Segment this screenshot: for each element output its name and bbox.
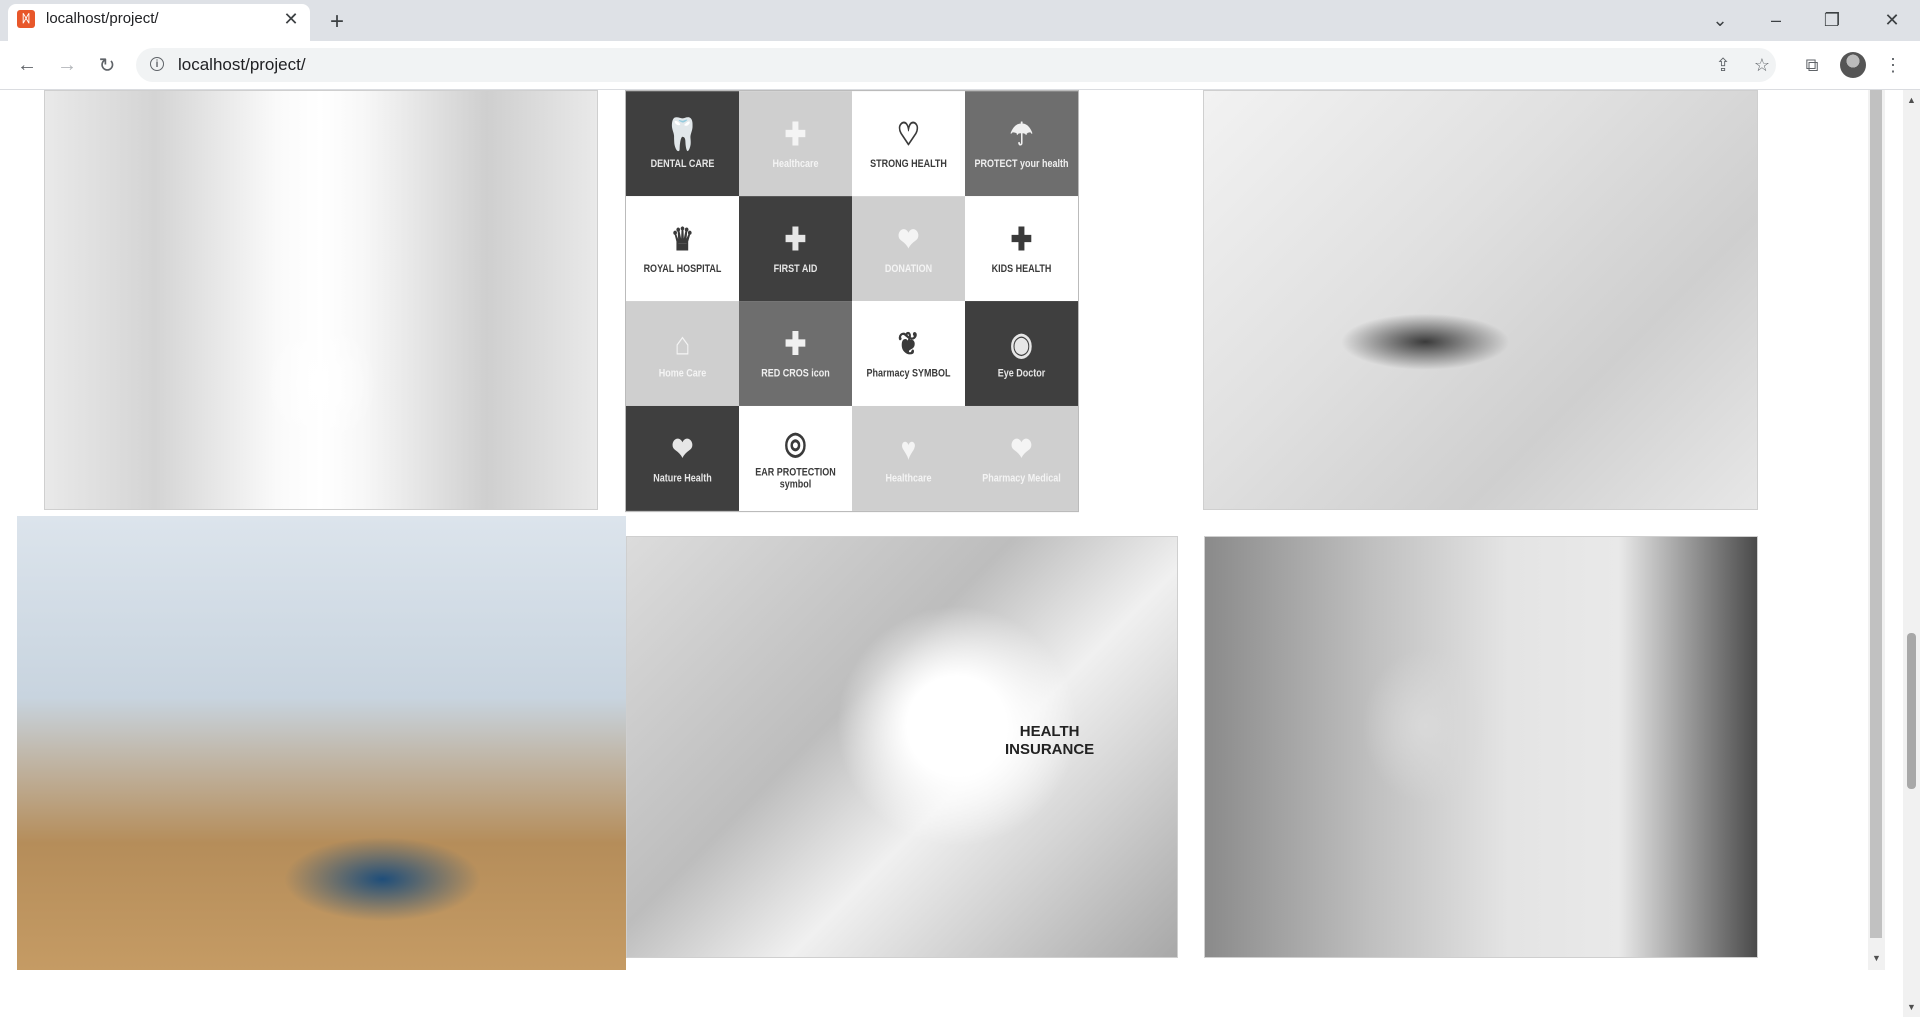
- tile-glyph-icon: ⌂: [674, 325, 691, 363]
- tile-label: FIRST AID: [773, 262, 818, 275]
- close-icon[interactable]: ✕: [280, 8, 302, 30]
- tile-glyph-icon: ✚: [784, 220, 807, 258]
- tile-label: EAR PROTECTION symbol: [755, 465, 836, 491]
- doctor-baby-photo: [1204, 536, 1758, 958]
- icon-tile: ✚ RED CROS icon: [739, 301, 852, 406]
- icon-tile: ☂ PROTECT your health: [965, 91, 1078, 197]
- tile-label: STRONG HEALTH: [870, 157, 947, 170]
- browser-toolbar: ← → ↻ i localhost/project/ ⇪ ☆ ⧉ ⋮: [0, 41, 1920, 90]
- tile-label: Healthcare: [885, 471, 932, 485]
- plus-icon[interactable]: +: [324, 8, 350, 35]
- icon-tile: ✚ Healthcare: [739, 91, 852, 197]
- tile-glyph-icon: ✚: [784, 325, 807, 363]
- address-bar[interactable]: i localhost/project/: [136, 48, 1776, 82]
- inner-scroll-down-arrow[interactable]: ▼: [1868, 950, 1885, 966]
- tile-glyph-icon: ◎: [784, 424, 807, 461]
- restore-icon[interactable]: ❐: [1804, 0, 1860, 41]
- tile-glyph-icon: ♛: [670, 220, 695, 258]
- icon-tile: ❤ Pharmacy Medical: [965, 405, 1078, 511]
- page-viewport: 🦷 DENTAL CARE ✚ Healthcare ♡ STRONG HEALTH ☂ PR…: [0, 90, 1920, 1017]
- icon-tile: ❤ DONATION: [852, 196, 965, 302]
- tile-label: Home Care: [658, 366, 707, 380]
- health-insurance-photo: HEALTH INSURANCE: [626, 536, 1178, 958]
- tile-label: ROYAL HOSPITAL: [643, 262, 722, 275]
- tile-glyph-icon: ☂: [1009, 115, 1034, 153]
- forward-arrow-icon[interactable]: →: [52, 50, 82, 80]
- icon-tile: 🦷 DENTAL CARE: [626, 91, 739, 197]
- icon-tile: ❤ Nature Health: [626, 405, 739, 511]
- tile-label: Pharmacy SYMBOL: [866, 366, 951, 380]
- stethoscope-photo: [1203, 90, 1758, 510]
- inner-scrollbar-thumb[interactable]: [1870, 90, 1882, 938]
- icon-tile: ♛ ROYAL HOSPITAL: [626, 196, 739, 302]
- icon-tile: ✚ KIDS HEALTH: [965, 196, 1078, 302]
- icon-tile: ⌂ Home Care: [626, 301, 739, 406]
- icon-tile: ♡ STRONG HEALTH: [852, 91, 965, 197]
- chevron-down-icon[interactable]: ⌄: [1692, 0, 1748, 41]
- tile-glyph-icon: ❤: [897, 220, 920, 258]
- tab-title: localhost/project/: [46, 10, 159, 27]
- tile-label: KIDS HEALTH: [991, 262, 1052, 275]
- avatar[interactable]: [1840, 52, 1866, 78]
- reload-icon[interactable]: ↻: [92, 50, 122, 80]
- minimize-icon[interactable]: –: [1748, 0, 1804, 41]
- url-text[interactable]: localhost/project/: [178, 55, 306, 75]
- tile-glyph-icon: ◉: [1010, 325, 1033, 363]
- page-scrollbar-thumb[interactable]: [1907, 633, 1916, 789]
- page-scrollbar[interactable]: [1903, 90, 1920, 1017]
- share-icon[interactable]: ⇪: [1710, 52, 1736, 78]
- health-insurance-text: HEALTH INSURANCE: [1005, 723, 1095, 758]
- icon-tile: ❦ Pharmacy SYMBOL: [852, 301, 965, 406]
- tile-label: Eye Doctor: [997, 366, 1046, 380]
- icon-tile: ✚ FIRST AID: [739, 196, 852, 302]
- xampp-favicon-icon: ᛞ: [17, 10, 35, 28]
- tile-label: PROTECT your health: [974, 157, 1069, 170]
- tile-label: DENTAL CARE: [650, 157, 715, 170]
- tile-glyph-icon: ❤: [1010, 430, 1033, 467]
- back-arrow-icon[interactable]: ←: [12, 50, 42, 80]
- medical-icons-grid: 🦷 DENTAL CARE ✚ Healthcare ♡ STRONG HEALTH ☂ PR…: [625, 90, 1079, 513]
- icon-tile: ♥ Healthcare: [852, 405, 965, 511]
- puzzle-icon[interactable]: ⧉: [1799, 52, 1825, 78]
- tile-glyph-icon: 🦷: [666, 115, 699, 153]
- window-close-icon[interactable]: ✕: [1864, 0, 1920, 41]
- tile-glyph-icon: ❤: [671, 430, 694, 467]
- tile-glyph-icon: ✚: [1010, 220, 1033, 258]
- star-icon[interactable]: ☆: [1749, 52, 1775, 78]
- tile-label: DONATION: [884, 262, 933, 275]
- info-icon[interactable]: i: [150, 57, 164, 71]
- tile-label: Pharmacy Medical: [982, 471, 1061, 485]
- scroll-down-arrow[interactable]: ▼: [1903, 999, 1920, 1015]
- doctor-hologram-photo: [44, 90, 598, 510]
- tile-glyph-icon: ♥: [900, 430, 917, 467]
- tile-glyph-icon: ❦: [897, 325, 920, 363]
- tile-label: Healthcare: [772, 157, 819, 170]
- icon-tile: ◎ EAR PROTECTION symbol: [739, 405, 852, 511]
- scroll-up-arrow[interactable]: ▲: [1903, 92, 1920, 108]
- icon-tile: ◉ Eye Doctor: [965, 301, 1078, 406]
- kebab-menu-icon[interactable]: ⋮: [1880, 52, 1906, 78]
- tile-label: RED CROS icon: [761, 366, 830, 380]
- tile-glyph-icon: ✚: [784, 115, 807, 153]
- doctor-consultation-photo: [17, 516, 626, 970]
- tile-label: Nature Health: [653, 471, 712, 485]
- tile-glyph-icon: ♡: [896, 115, 921, 153]
